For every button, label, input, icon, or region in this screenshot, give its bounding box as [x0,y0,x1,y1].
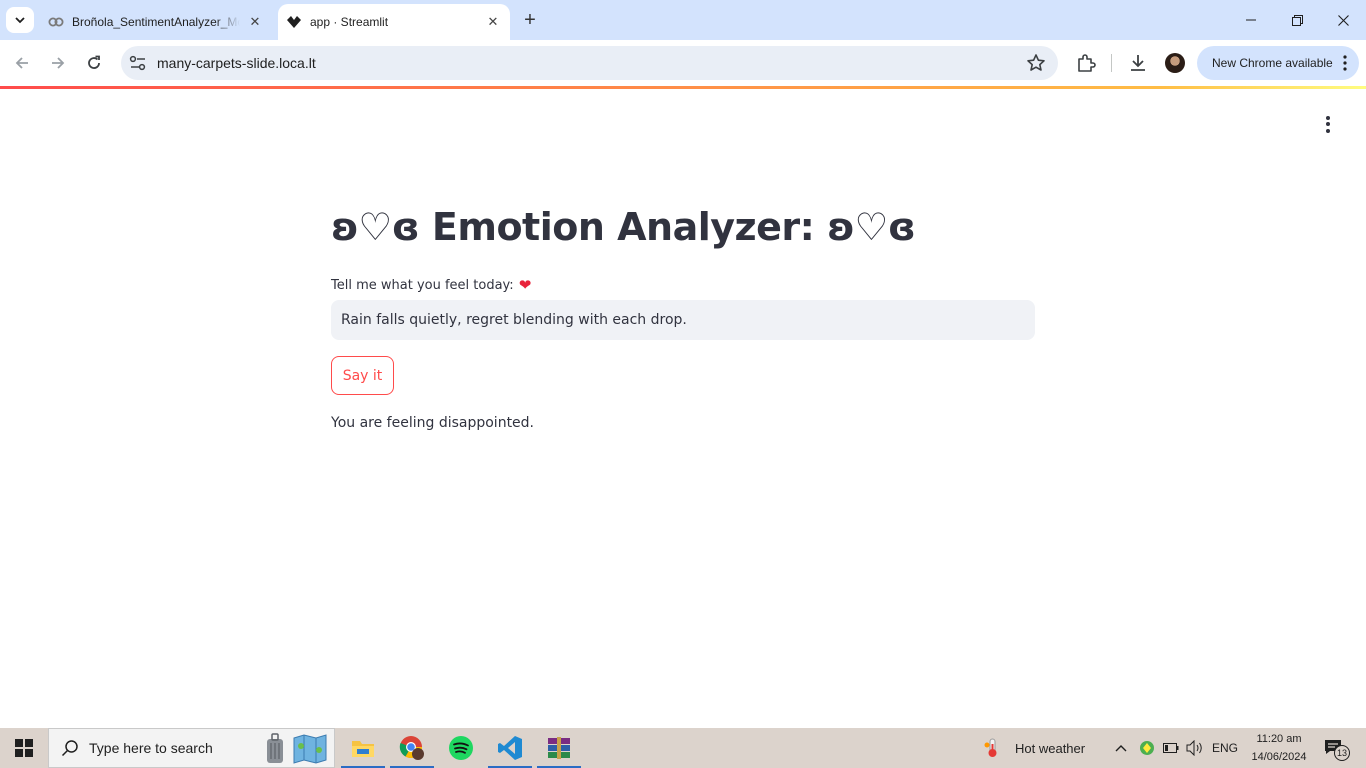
toolbar-divider [1111,54,1112,72]
input-label: Tell me what you feel today: ❤ [331,276,531,294]
tab-search-button[interactable] [6,7,34,33]
reload-button[interactable] [80,49,108,77]
close-icon [1337,14,1349,26]
minimize-button[interactable] [1228,0,1274,40]
taskbar-winrar[interactable] [535,728,583,768]
folder-icon [352,741,374,757]
chevron-up-icon [1115,745,1127,752]
puzzle-icon [1078,54,1096,72]
vscode-icon [498,736,522,760]
windows-taskbar: Type here to search Hot weather ENG 11:2… [0,728,1366,768]
chevron-down-icon [15,17,25,24]
new-tab-button[interactable]: + [519,9,541,31]
taskbar-file-explorer[interactable] [339,728,387,768]
windows-logo-icon [15,739,33,757]
taskbar-search-box[interactable]: Type here to search [48,728,335,768]
more-vert-icon-dot [1326,128,1330,133]
arrow-left-icon [15,57,28,69]
taskbar-spotify[interactable] [437,728,485,768]
tab-close-icon[interactable]: ✕ [484,13,502,31]
restore-icon [1291,14,1303,26]
tab-colab[interactable]: Broñola_SentimentAnalyzer_Mo ✕ [38,4,272,40]
green-shield-icon [1140,741,1154,755]
app-main-menu-button[interactable] [1318,113,1338,135]
weather-text: Hot weather [1015,740,1086,756]
taskbar-vscode[interactable] [486,728,534,768]
bookmark-star-icon[interactable] [1026,53,1046,73]
input-language[interactable]: ENG [1212,728,1238,768]
colab-icon [48,14,64,30]
streamlit-icon [286,14,302,30]
speaker-icon [1186,740,1202,756]
search-placeholder: Type here to search [89,740,213,756]
page-title: ʚ♡ɞ Emotion Analyzer: ʚ♡ɞ [331,205,916,249]
more-vert-icon-dot [1326,115,1330,120]
battery-status[interactable] [1163,728,1179,768]
update-chrome-label: New Chrome available [1212,56,1333,70]
download-icon [1131,55,1145,71]
start-button[interactable] [0,728,48,768]
profile-avatar[interactable] [1165,53,1185,73]
more-vert-icon [1343,55,1347,71]
system-clock[interactable]: 11:20 am 14/06/2024 [1240,730,1318,766]
notification-badge: 13 [1334,745,1350,761]
input-label-text: Tell me what you feel today: [331,277,514,293]
minimize-icon [1246,19,1256,21]
browser-toolbar: many-carpets-slide.loca.lt New Chrome av… [0,40,1366,86]
map-icon [293,734,327,764]
tab-close-icon[interactable]: ✕ [246,13,264,31]
update-chrome-button[interactable]: New Chrome available [1197,46,1359,80]
browser-tab-strip: Broñola_SentimentAnalyzer_Mo ✕ app · Str… [0,0,1366,40]
taskbar-chrome[interactable] [388,728,436,768]
restore-button[interactable] [1274,0,1320,40]
more-vert-icon-dot [1326,122,1330,126]
close-window-button[interactable] [1320,0,1366,40]
extensions-button[interactable] [1075,52,1097,74]
clock-time: 11:20 am [1256,733,1302,745]
show-hidden-icons-button[interactable] [1114,728,1128,768]
tab-title: app · Streamlit [310,15,389,29]
tab-title: Broñola_SentimentAnalyzer_Mo [72,15,240,29]
reload-icon [88,55,100,69]
search-icon [61,740,78,757]
downloads-button[interactable] [1127,52,1149,74]
feeling-text-input[interactable]: Rain falls quietly, regret blending with… [331,300,1035,340]
clock-date: 14/06/2024 [1251,751,1307,763]
address-bar[interactable]: many-carpets-slide.loca.lt [121,46,1058,80]
volume-control[interactable] [1186,728,1204,768]
back-button[interactable] [8,49,36,77]
tab-streamlit[interactable]: app · Streamlit ✕ [278,4,510,40]
site-settings-icon[interactable] [129,55,147,71]
arrow-right-icon [52,57,65,69]
weather-widget[interactable]: Hot weather [982,728,1085,768]
action-center-button[interactable]: 13 [1324,728,1350,768]
say-it-button[interactable]: Say it [331,356,394,395]
chrome-icon [399,736,424,760]
thermometer-icon [984,738,997,757]
tray-app-icon[interactable] [1139,728,1155,768]
spotify-icon [449,736,473,760]
winrar-icon [548,737,570,759]
emotion-result: You are feeling disappointed. [331,415,535,431]
heart-icon: ❤ [518,276,532,294]
battery-icon [1163,743,1179,753]
streamlit-top-decoration [0,86,1366,89]
url-text: many-carpets-slide.loca.lt [157,55,316,71]
luggage-icon [267,733,283,763]
forward-button[interactable] [44,49,72,77]
